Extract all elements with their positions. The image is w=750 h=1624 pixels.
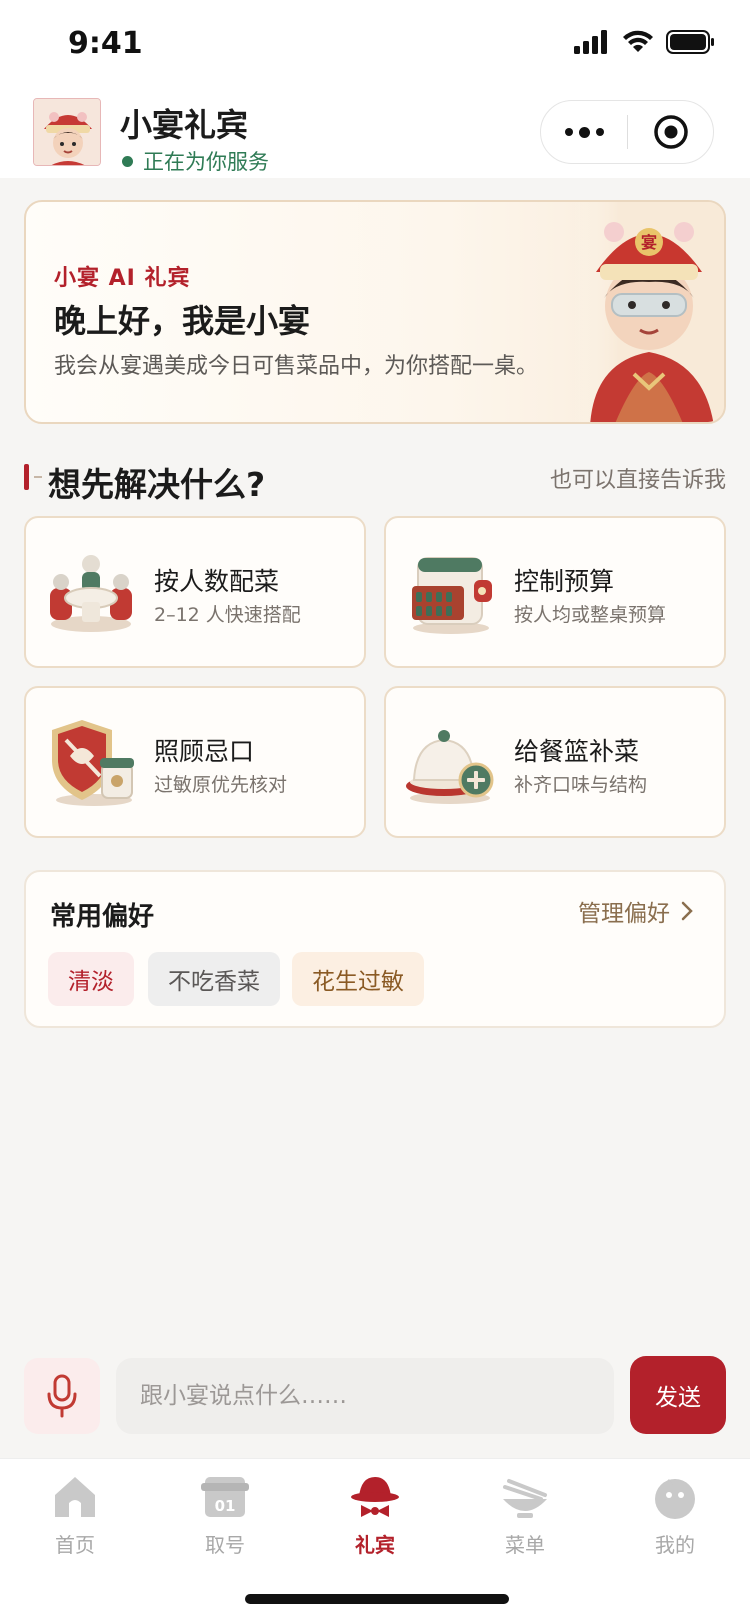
home-icon [55, 1477, 95, 1517]
card-title: 按人数配菜 [154, 567, 280, 596]
section-accent-bar [24, 464, 29, 490]
home-indicator[interactable] [245, 1594, 509, 1604]
send-button[interactable]: 发送 [630, 1356, 726, 1434]
voice-input-button[interactable] [24, 1358, 100, 1434]
avatar[interactable] [33, 98, 101, 166]
chat-input-bar: 发送 [0, 1354, 750, 1434]
hero-tag: 小宴 AI 礼宾 [54, 266, 191, 291]
section-title: 想先解决什么? [48, 465, 266, 504]
tab-label: 取号 [205, 1533, 245, 1557]
service-status-text: 正在为你服务 [143, 150, 269, 174]
preferences-title: 常用偏好 [50, 902, 155, 932]
mascot-illustration-icon: 宴 [574, 202, 724, 422]
welcome-hero-card: 小宴 AI 礼宾 晚上好，我是小宴 我会从宴遇美成今日可售菜品中，为你搭配一桌。… [24, 200, 726, 424]
preference-tag[interactable]: 清淡 [48, 952, 134, 1006]
service-status: 正在为你服务 [122, 146, 269, 176]
app-title: 小宴礼宾 [120, 106, 249, 144]
cloche-add-icon [406, 730, 494, 804]
ticket-number: 01 [215, 1497, 236, 1515]
section-header: 想先解决什么? 也可以直接告诉我 [24, 458, 726, 504]
profile-icon [655, 1479, 695, 1519]
card-title: 照顾忌口 [154, 737, 255, 766]
shield-allergy-icon [52, 720, 134, 806]
tab-home[interactable]: 首页 [20, 1473, 130, 1573]
tab-ticket[interactable]: 01 取号 [170, 1473, 280, 1573]
tab-label: 礼宾 [355, 1533, 395, 1557]
card-subtitle: 过敏原优先核对 [154, 774, 288, 796]
card-title: 给餐篮补菜 [514, 737, 640, 766]
wallet-abacus-icon [412, 557, 492, 634]
preference-tag[interactable]: 花生过敏 [292, 952, 424, 1006]
card-add-to-basket[interactable]: 给餐篮补菜 补齐口味与结构 [384, 686, 726, 838]
target-close-icon [653, 115, 688, 149]
card-subtitle: 2–12 人快速搭配 [154, 604, 301, 626]
hero-description: 我会从宴遇美成今日可售菜品中，为你搭配一桌。 [54, 354, 539, 379]
concierge-hat-icon [351, 1477, 399, 1517]
dining-table-icon [50, 555, 132, 632]
ticket-icon: 01 [201, 1477, 249, 1517]
preferences-card: 常用偏好 管理偏好 清淡 不吃香菜 花生过敏 [24, 870, 726, 1028]
more-dots-icon [564, 128, 573, 136]
preference-tag[interactable]: 不吃香菜 [148, 952, 280, 1006]
battery-icon [666, 30, 714, 54]
status-bar: 9:41 [0, 0, 750, 92]
status-time: 9:41 [68, 26, 143, 61]
tell-directly-link[interactable]: 也可以直接告诉我 [550, 462, 726, 494]
tab-profile[interactable]: 我的 [620, 1473, 730, 1573]
tab-menu[interactable]: 菜单 [470, 1473, 580, 1573]
more-button[interactable] [541, 101, 627, 163]
microphone-icon [47, 1374, 77, 1418]
card-subtitle: 补齐口味与结构 [514, 774, 648, 796]
card-dietary-restrictions[interactable]: 照顾忌口 过敏原优先核对 [24, 686, 366, 838]
status-icons [574, 30, 716, 54]
chevron-right-icon [681, 901, 693, 921]
tab-label: 首页 [55, 1533, 95, 1557]
bowl-icon [503, 1479, 547, 1518]
card-title: 控制预算 [514, 567, 615, 596]
close-mini-program-button[interactable] [628, 114, 713, 150]
chat-input[interactable] [116, 1358, 614, 1434]
mascot-hat-char: 宴 [641, 233, 657, 252]
mascot-avatar-icon [34, 99, 100, 165]
hero-greeting: 晚上好，我是小宴 [54, 302, 311, 340]
card-budget[interactable]: 控制预算 按人均或整桌预算 [384, 516, 726, 668]
card-party-size[interactable]: 按人数配菜 2–12 人快速搭配 [24, 516, 366, 668]
header: 小宴礼宾 正在为你服务 [0, 92, 750, 178]
mini-program-capsule [540, 100, 714, 164]
manage-preferences-link[interactable]: 管理偏好 [578, 894, 694, 928]
card-subtitle: 按人均或整桌预算 [514, 604, 667, 626]
wifi-icon [623, 30, 653, 52]
tab-label: 我的 [655, 1533, 695, 1557]
manage-preferences-label: 管理偏好 [578, 901, 670, 927]
tab-label: 菜单 [505, 1533, 545, 1557]
tab-concierge[interactable]: 礼宾 [320, 1473, 430, 1573]
online-dot-icon [122, 155, 133, 167]
signal-icon [574, 30, 607, 54]
